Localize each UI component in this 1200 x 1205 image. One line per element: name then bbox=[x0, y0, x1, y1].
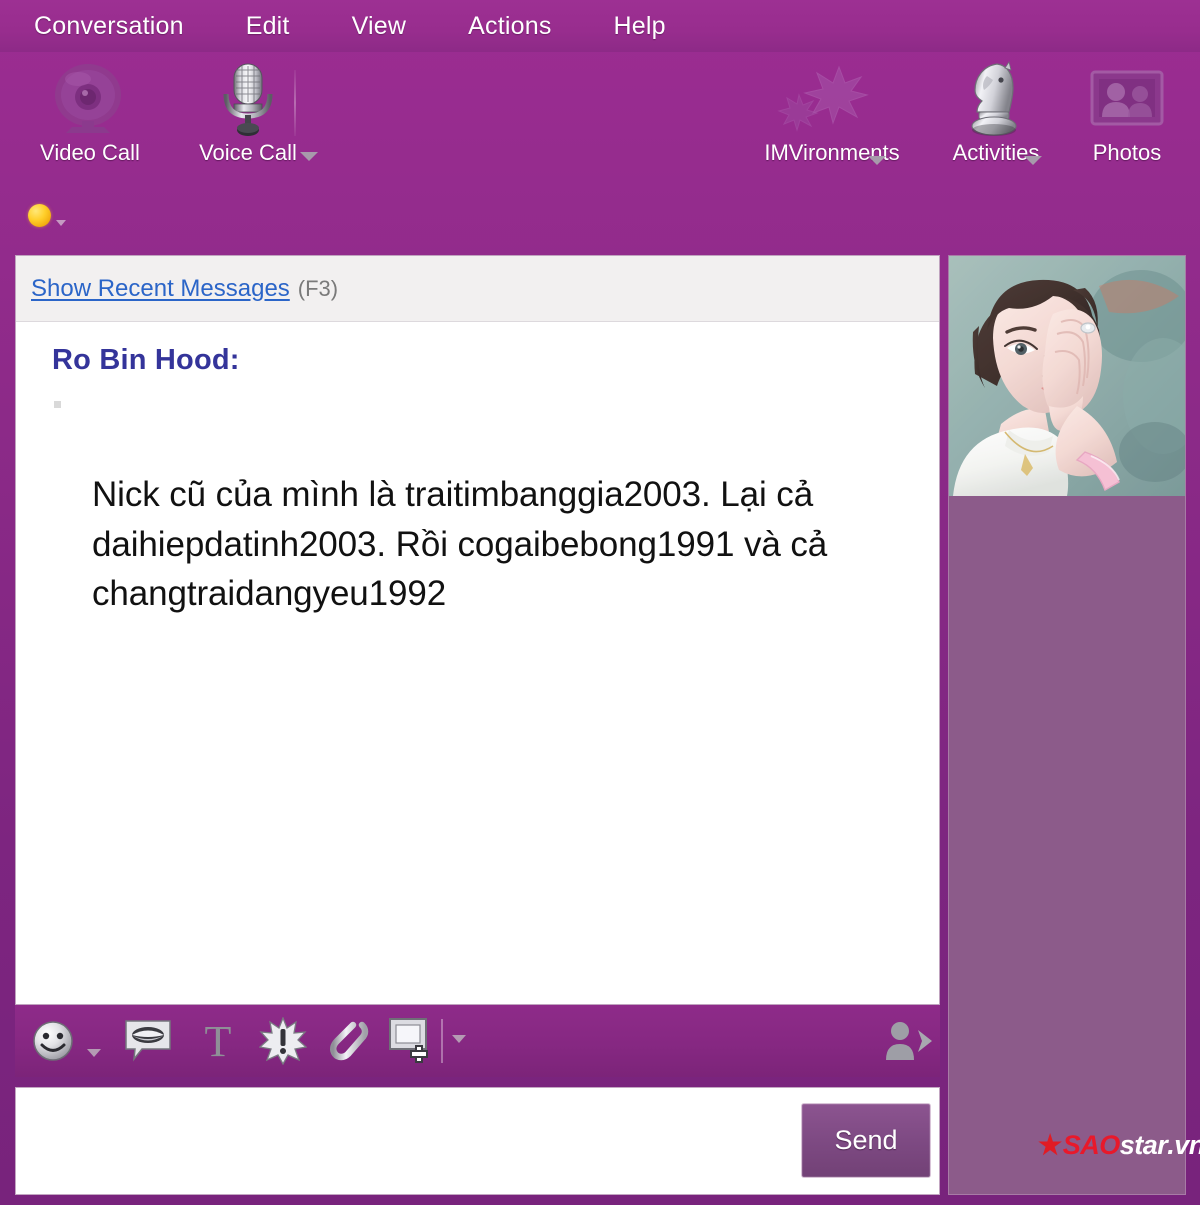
buddy-side-panel bbox=[948, 255, 1186, 1195]
photo-frame-icon bbox=[1086, 60, 1168, 138]
microphone-icon bbox=[212, 60, 284, 138]
font-format-button[interactable]: T bbox=[190, 1013, 246, 1069]
toolbar-separator bbox=[294, 70, 296, 136]
speech-mouth-icon bbox=[125, 1020, 171, 1062]
im-toolbar-separator bbox=[441, 1019, 443, 1063]
smiley-icon bbox=[33, 1021, 73, 1061]
attach-file-button[interactable] bbox=[320, 1013, 376, 1069]
presence-online-icon[interactable] bbox=[28, 204, 51, 227]
recent-messages-bar: Show Recent Messages (F3) bbox=[16, 256, 939, 322]
conversation-panel: Show Recent Messages (F3) Ro Bin Hood: N… bbox=[15, 255, 940, 1005]
show-recent-messages-shortcut: (F3) bbox=[297, 275, 339, 301]
buzz-starburst-icon bbox=[259, 1017, 307, 1065]
person-forward-icon bbox=[886, 1022, 932, 1060]
send-button[interactable]: Send bbox=[801, 1103, 931, 1178]
watermark-sao: SAO bbox=[1062, 1129, 1121, 1160]
video-call-button[interactable]: Video Call bbox=[28, 60, 152, 166]
message-input[interactable] bbox=[16, 1088, 786, 1194]
message-artifact-mark bbox=[54, 401, 61, 408]
watermark-star: star bbox=[1119, 1129, 1168, 1160]
star-icon: ★ bbox=[1038, 1129, 1062, 1160]
message-sender: Ro Bin Hood: bbox=[52, 344, 240, 376]
message-item: Ro Bin Hood: Nick cũ của mình là traitim… bbox=[16, 344, 939, 619]
audible-button[interactable] bbox=[120, 1013, 176, 1069]
send-image-chevron-down-icon[interactable] bbox=[452, 1035, 466, 1043]
svg-text:T: T bbox=[205, 1018, 232, 1064]
im-format-toolbar: T bbox=[15, 1005, 940, 1077]
text-t-icon: T bbox=[205, 1018, 232, 1064]
menu-conversation[interactable]: Conversation bbox=[34, 12, 184, 41]
menu-bar: Conversation Edit View Actions Help bbox=[0, 0, 1200, 52]
imvironments-chevron-down-icon[interactable] bbox=[868, 156, 886, 165]
photos-button[interactable]: Photos bbox=[1085, 60, 1169, 166]
activities-button[interactable]: Activities bbox=[946, 60, 1046, 166]
send-image-button[interactable] bbox=[385, 1013, 441, 1069]
buzz-button[interactable] bbox=[255, 1013, 311, 1069]
menu-actions[interactable]: Actions bbox=[468, 12, 551, 41]
voice-call-button[interactable]: Voice Call bbox=[186, 60, 310, 166]
emoticon-chevron-down-icon[interactable] bbox=[87, 1049, 101, 1057]
imvironments-button[interactable]: IMVironments bbox=[753, 60, 911, 166]
menu-view[interactable]: View bbox=[352, 12, 407, 41]
message-text: Nick cũ của mình là traitimbanggia2003. … bbox=[92, 475, 828, 614]
invite-contact-button[interactable] bbox=[877, 1013, 939, 1069]
chess-knight-icon bbox=[963, 60, 1029, 138]
emoticon-button[interactable] bbox=[25, 1013, 81, 1069]
leaf-icon bbox=[777, 60, 887, 138]
video-call-label: Video Call bbox=[40, 140, 140, 165]
message-list: Ro Bin Hood: Nick cũ của mình là traitim… bbox=[16, 322, 939, 619]
add-image-icon bbox=[389, 1018, 428, 1063]
avatar[interactable] bbox=[949, 256, 1185, 496]
paperclip-icon bbox=[330, 1021, 369, 1061]
saostar-watermark: ★ SAO star .vn bbox=[1038, 1128, 1200, 1162]
show-recent-messages-link[interactable]: Show Recent Messages bbox=[31, 275, 290, 303]
im-conversation-window: Conversation Edit View Actions Help Vide… bbox=[0, 0, 1200, 1205]
menu-help[interactable]: Help bbox=[614, 12, 666, 41]
webcam-icon bbox=[44, 60, 136, 138]
photos-label: Photos bbox=[1092, 140, 1162, 165]
activities-chevron-down-icon[interactable] bbox=[1024, 156, 1042, 165]
voice-call-chevron-down-icon[interactable] bbox=[300, 152, 318, 161]
composer-row: Send bbox=[15, 1087, 940, 1195]
watermark-vn: .vn bbox=[1167, 1129, 1200, 1160]
presence-status-row bbox=[0, 182, 1200, 254]
main-toolbar: Video Call Voice Call IMVironments Activ… bbox=[0, 52, 1200, 182]
menu-edit[interactable]: Edit bbox=[246, 12, 290, 41]
voice-call-label: Voice Call bbox=[199, 140, 297, 165]
presence-chevron-down-icon[interactable] bbox=[56, 220, 66, 226]
